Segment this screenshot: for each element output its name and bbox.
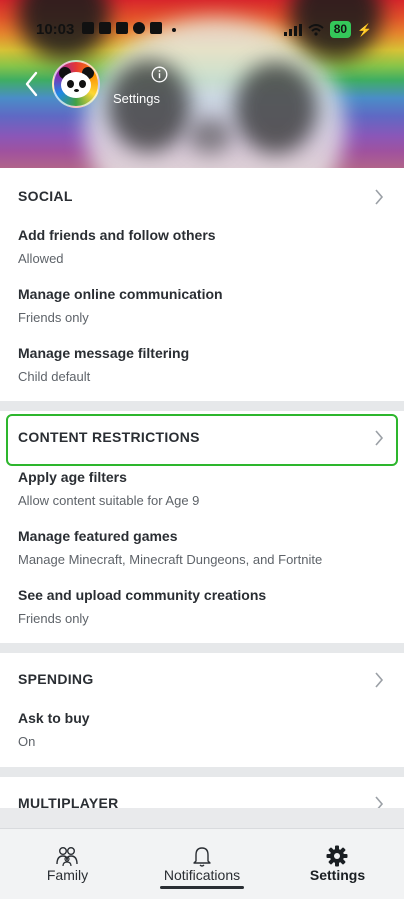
list-item[interactable]: Manage message filtering Child default [18, 344, 398, 385]
spending-header[interactable]: SPENDING [0, 655, 404, 705]
panda-background-eye-right [235, 62, 317, 154]
spending-section: SPENDING Ask to buy On [0, 653, 404, 767]
cellular-signal-icon [283, 23, 302, 36]
wifi-icon [308, 23, 324, 36]
notification-icons [82, 22, 162, 34]
nav-item-settings[interactable]: Settings [290, 829, 385, 899]
section-divider [0, 643, 404, 653]
setting-label: Manage online communication [18, 286, 223, 302]
selection-highlight [6, 414, 398, 466]
panda-background-eye-left [108, 60, 190, 152]
setting-value: Friends only [18, 310, 89, 325]
social-header[interactable]: SOCIAL [0, 172, 404, 222]
setting-value: Manage Minecraft, Minecraft Dungeons, an… [18, 552, 323, 567]
linkedin-icon [82, 22, 94, 34]
profile-header: 10:03 80 ⚡ Settings [0, 0, 404, 168]
no-mail-icon [133, 22, 145, 34]
setting-label: Add friends and follow others [18, 227, 216, 243]
gear-icon [326, 845, 348, 867]
nav-item-family[interactable]: Family [20, 829, 115, 899]
nav-label: Notifications [163, 867, 241, 883]
setting-value: Allow content suitable for Age 9 [18, 493, 200, 508]
setting-value: On [18, 734, 36, 749]
info-icon[interactable] [151, 66, 168, 83]
section-divider [0, 767, 404, 777]
calendar-icon [150, 22, 162, 34]
nav-backdrop [0, 808, 404, 830]
setting-label: Manage message filtering [18, 345, 190, 361]
list-item[interactable]: Manage featured games Manage Minecraft, … [18, 527, 398, 568]
nav-label: Family [46, 867, 89, 883]
more-dot-icon [172, 28, 176, 32]
setting-value: Allowed [18, 251, 64, 266]
back-arrow-icon[interactable] [20, 68, 44, 100]
section-title: SPENDING [18, 671, 94, 687]
setting-label: Apply age filters [18, 469, 127, 485]
list-item[interactable]: Ask to buy On [18, 709, 398, 750]
battery-indicator: 80 [329, 21, 352, 38]
avatar-eye-left [67, 80, 74, 88]
avatar-face [61, 72, 91, 98]
linkedin-icon [99, 22, 111, 34]
header-subtitle: Settings [113, 91, 160, 106]
list-item[interactable]: Apply age filters Allow content suitable… [18, 468, 398, 509]
charging-bolt-icon: ⚡ [357, 22, 372, 37]
avatar[interactable] [52, 60, 100, 108]
chevron-right-icon [375, 189, 384, 205]
section-divider [0, 401, 404, 411]
panda-background-nose [188, 118, 232, 154]
active-tab-indicator [160, 886, 244, 889]
setting-value: Child default [18, 369, 91, 384]
status-right-icons: 80 ⚡ [283, 21, 372, 38]
avatar-nose [74, 89, 79, 92]
nav-label: Settings [309, 867, 366, 883]
list-item[interactable]: Add friends and follow others Allowed [18, 226, 398, 267]
avatar-eye-right [79, 80, 86, 88]
gift-icon [116, 22, 128, 34]
setting-label: Ask to buy [18, 710, 90, 726]
family-icon [56, 847, 78, 867]
status-time: 10:03 [36, 21, 75, 38]
chevron-right-icon [375, 672, 384, 688]
social-section: SOCIAL Add friends and follow others All… [0, 168, 404, 401]
status-bar: 10:03 80 ⚡ [0, 18, 404, 42]
setting-value: Friends only [18, 611, 89, 626]
bell-icon [193, 847, 211, 867]
section-title: SOCIAL [18, 188, 73, 204]
list-item[interactable]: See and upload community creations Frien… [18, 586, 398, 627]
setting-label: See and upload community creations [18, 587, 267, 603]
list-item[interactable]: Manage online communication Friends only [18, 285, 398, 326]
setting-label: Manage featured games [18, 528, 178, 544]
